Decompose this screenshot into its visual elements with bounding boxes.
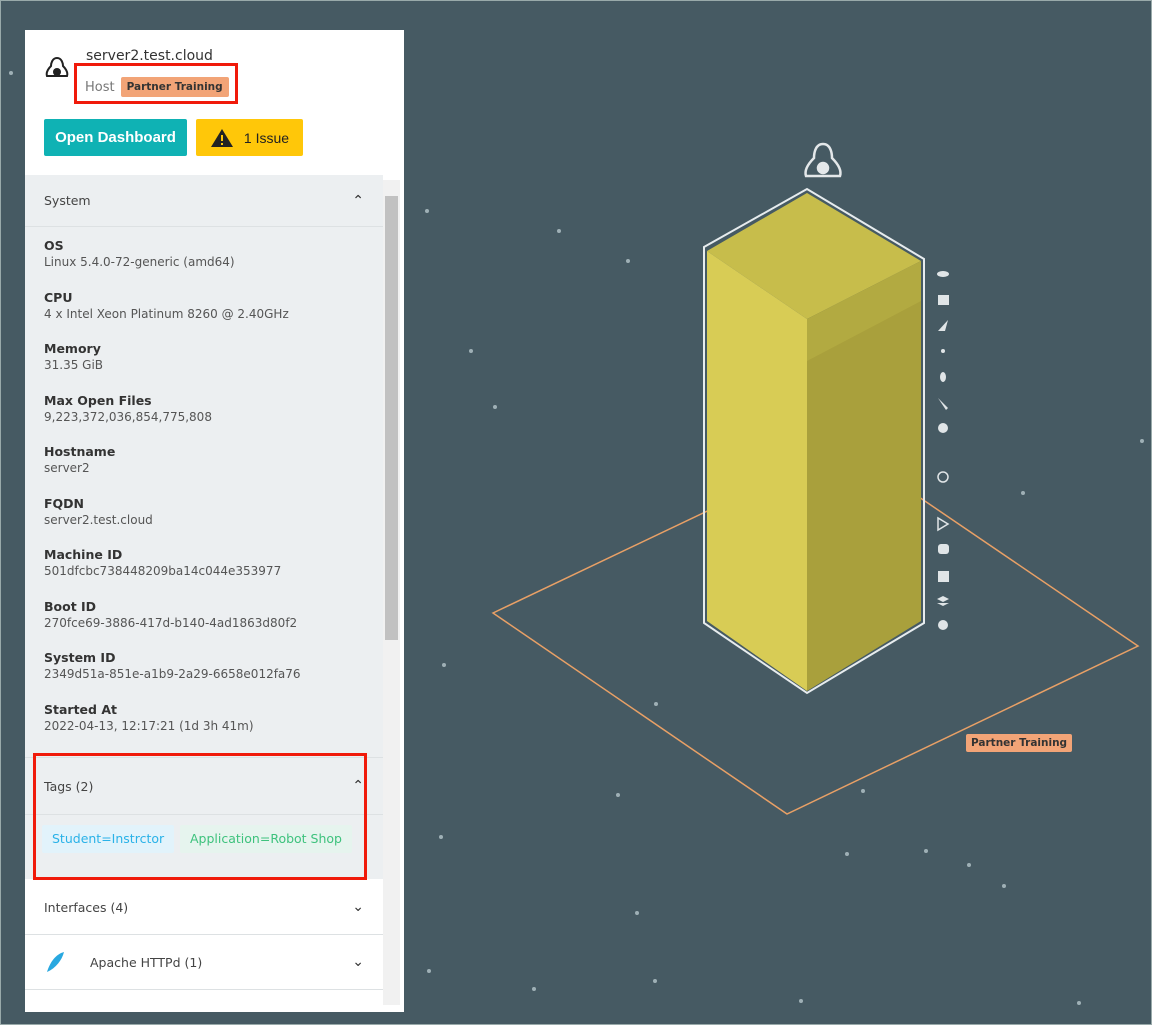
field-label: Boot ID [44, 598, 97, 614]
apache-feather-icon [47, 952, 64, 972]
field-label: Memory [44, 341, 101, 356]
open-dashboard-button[interactable]: Open Dashboard [44, 119, 187, 156]
field-value: server2 [44, 461, 90, 475]
apache-section[interactable]: Apache HTTPd (1) ⌄ [25, 935, 383, 990]
system-field: Memory 31.35 GiB [44, 341, 103, 372]
field-value: 270fce69-3886-417d-b140-4ad1863d80f2 [44, 615, 298, 630]
system-field: Max Open Files 9,223,372,036,854,775,808 [44, 393, 212, 424]
system-header[interactable]: System ⌃ [25, 175, 383, 227]
system-field: Started At 2022-04-13, 12:17:21 (1d 3h 41… [44, 702, 254, 733]
field-value: 31.35 GiB [44, 358, 104, 372]
field-value: 501dfcbc738448209ba14c044e353977 [44, 564, 282, 578]
chevron-down-icon[interactable]: ⌄ [352, 899, 364, 915]
section-title: Apache HTTPd (1) [90, 954, 203, 970]
section-title: System [44, 193, 91, 208]
field-label: Started At [44, 701, 117, 717]
zone-label[interactable]: Partner Training [966, 734, 1073, 752]
field-value: 4 x Intel Xeon Platinum 8260 @ 2.40GHz [44, 306, 289, 321]
system-field: System ID 2349d51a-851e-a1b9-2a29-6658e01… [44, 650, 301, 681]
field-label: Hostname [44, 444, 116, 459]
system-section: System ⌃ OS Linux 5.4.0-72-generic (amd64)… [25, 175, 383, 757]
highlight-box [74, 63, 238, 104]
scrollbar-thumb[interactable] [385, 196, 398, 640]
field-label: System ID [44, 650, 116, 665]
host-block [703, 187, 925, 695]
interfaces-section[interactable]: Interfaces (4) ⌄ [25, 880, 383, 935]
field-label: OS [44, 238, 64, 253]
system-field: Machine ID 501dfcbc738448209ba14c044e3539… [44, 547, 281, 578]
chevron-down-icon[interactable]: ⌄ [352, 954, 364, 970]
scrollbar[interactable] [383, 180, 400, 1005]
field-label: CPU [44, 289, 73, 305]
system-field: OS Linux 5.4.0-72-generic (amd64) [44, 238, 235, 269]
issues-label: 1 Issue [243, 129, 290, 146]
field-label: FQDN [44, 495, 85, 511]
service-icons [937, 271, 950, 630]
linux-penguin-icon [45, 56, 69, 77]
field-label: Max Open Files [44, 392, 152, 408]
chevron-up-icon[interactable]: ⌃ [352, 193, 364, 209]
system-field: FQDN server2.test.cloud [44, 496, 153, 527]
field-label: Machine ID [44, 547, 123, 562]
field-value: server2.test.cloud [44, 512, 153, 527]
field-value: 2022-04-13, 12:17:21 (1d 3h 41m) [44, 718, 254, 733]
system-field: CPU 4 x Intel Xeon Platinum 8260 @ 2.40GH… [44, 290, 289, 321]
system-field: Hostname server2 [44, 444, 115, 475]
linux-penguin-icon [804, 142, 842, 178]
field-value: Linux 5.4.0-72-generic (amd64) [44, 255, 235, 269]
warning-icon [210, 128, 233, 147]
issues-button[interactable]: 1 Issue [196, 119, 303, 156]
section-title: Interfaces (4) [44, 899, 129, 915]
host-title: server2.test.cloud [86, 48, 213, 64]
system-field: Boot ID 270fce69-3886-417d-b140-4ad1863d8… [44, 599, 297, 630]
field-value: 9,223,372,036,854,775,808 [44, 409, 212, 424]
field-value: 2349d51a-851e-a1b9-2a29-6658e012fa76 [44, 667, 301, 681]
highlight-box [33, 753, 367, 880]
